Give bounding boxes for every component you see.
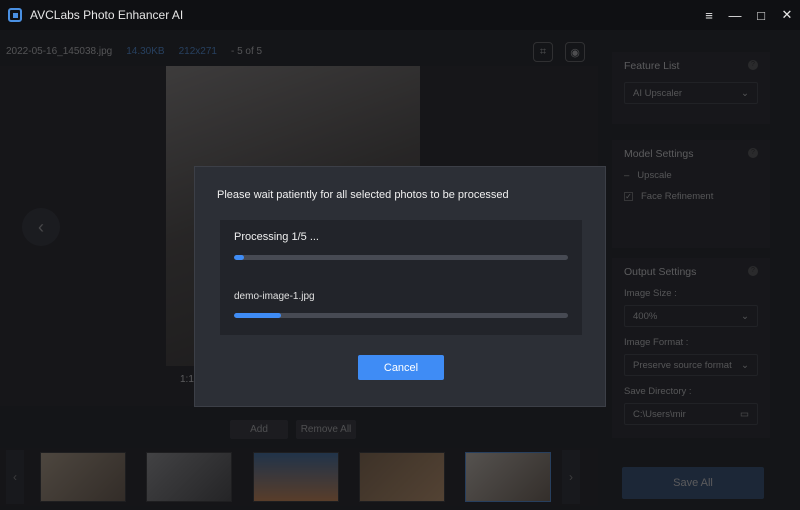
app-logo-icon [8, 8, 22, 22]
title-bar: AVCLabs Photo Enhancer AI ≡ — □ ✕ [0, 0, 800, 30]
strip-right-arrow-icon[interactable]: › [562, 450, 580, 504]
upscale-option[interactable]: – Upscale [624, 170, 758, 181]
save-directory-label: Save Directory : [624, 386, 692, 397]
upscale-dash-icon: – [624, 170, 630, 181]
face-refinement-option[interactable]: ✓ Face Refinement [624, 191, 758, 202]
feature-list-title: Feature List [624, 60, 680, 72]
model-settings-title: Model Settings [624, 148, 694, 160]
window-controls: ≡ — □ ✕ [696, 0, 800, 30]
save-directory-value: C:\Users\mir [633, 409, 686, 420]
image-info-bar: 2022-05-16_145038.jpg 14.30KB 212x271 - … [0, 38, 595, 64]
maximize-icon[interactable]: □ [748, 8, 774, 23]
processing-dialog: Please wait patiently for all selected p… [194, 166, 606, 407]
thumbnail[interactable] [40, 452, 126, 502]
progress-panel: Processing 1/5 ... demo-image-1.jpg [220, 220, 582, 335]
action-row: Add Remove All [230, 420, 356, 439]
image-size-select[interactable]: 400% ⌄ [624, 305, 758, 327]
face-refinement-label: Face Refinement [641, 191, 714, 202]
minimize-icon[interactable]: — [722, 8, 748, 23]
file-progress-fill [234, 313, 281, 318]
image-dimensions: 212x271 [178, 45, 217, 57]
image-size-label: Image Size : [624, 288, 677, 299]
image-format-label: Image Format : [624, 337, 689, 348]
feature-list-panel: Feature List ? AI Upscaler ⌄ [612, 52, 770, 124]
feature-select-value: AI Upscaler [633, 88, 683, 99]
preview-tools: ⌗ ◉ [533, 42, 585, 62]
previous-image-button[interactable]: ‹ [22, 208, 60, 246]
crop-icon[interactable]: ⌗ [533, 42, 553, 62]
strip-left-arrow-icon[interactable]: ‹ [6, 450, 24, 504]
image-format-select[interactable]: Preserve source format ⌄ [624, 354, 758, 376]
overall-progress-fill [234, 255, 245, 260]
menu-icon[interactable]: ≡ [696, 8, 722, 23]
upscale-label: Upscale [637, 170, 672, 181]
add-button[interactable]: Add [230, 420, 288, 439]
folder-icon[interactable]: ▭ [740, 409, 749, 420]
image-format-value: Preserve source format [633, 360, 732, 370]
model-settings-panel: Model Settings ? – Upscale ✓ Face Refine… [612, 140, 770, 248]
cancel-button[interactable]: Cancel [358, 355, 444, 380]
image-position: - 5 of 5 [230, 45, 263, 57]
close-icon[interactable]: ✕ [774, 7, 800, 23]
output-settings-title: Output Settings [624, 266, 697, 278]
thumbnail-selected[interactable] [465, 452, 551, 502]
help-icon[interactable]: ? [748, 148, 758, 158]
eye-icon[interactable]: ◉ [565, 42, 585, 62]
chevron-down-icon: ⌄ [741, 360, 749, 371]
zoom-label: 1:1 [180, 374, 194, 385]
remove-all-button[interactable]: Remove All [296, 420, 356, 439]
output-settings-panel: Output Settings ? Image Size : 400% ⌄ Im… [612, 258, 770, 438]
save-all-button[interactable]: Save All [622, 467, 764, 499]
dialog-message: Please wait patiently for all selected p… [217, 189, 509, 201]
checkbox-checked-icon[interactable]: ✓ [624, 192, 633, 201]
app-title: AVCLabs Photo Enhancer AI [30, 8, 184, 22]
chevron-down-icon: ⌄ [741, 88, 749, 99]
overall-progress-bar [234, 255, 568, 260]
file-progress-bar [234, 313, 568, 318]
thumbnail[interactable] [359, 452, 445, 502]
thumbnail[interactable] [253, 452, 339, 502]
progress-label: Processing 1/5 ... [234, 231, 319, 243]
help-icon[interactable]: ? [748, 266, 758, 276]
file-size: 14.30KB [126, 45, 165, 57]
help-icon[interactable]: ? [748, 60, 758, 70]
chevron-down-icon: ⌄ [741, 311, 749, 322]
save-directory-field[interactable]: C:\Users\mir ▭ [624, 403, 758, 425]
feature-select[interactable]: AI Upscaler ⌄ [624, 82, 758, 104]
image-size-value: 400% [633, 311, 658, 322]
thumbnail[interactable] [146, 452, 232, 502]
file-name: 2022-05-16_145038.jpg [6, 45, 113, 57]
current-file-name: demo-image-1.jpg [234, 291, 315, 302]
